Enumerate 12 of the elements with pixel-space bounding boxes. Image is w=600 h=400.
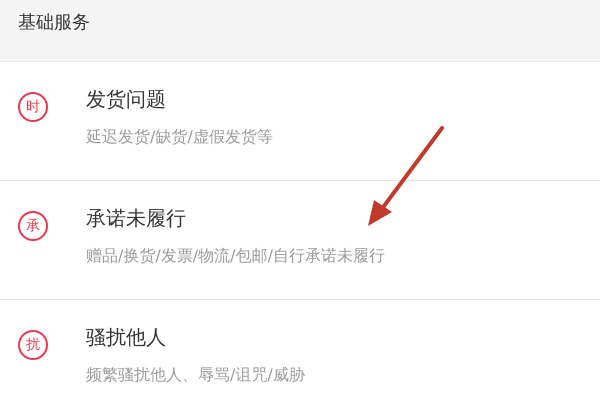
section-title: 基础服务 [18,12,90,33]
item-title: 承诺未履行 [86,205,187,232]
item-description: 频繁骚扰他人、辱骂/诅咒/威胁 [86,365,305,386]
category-icon: 承 [18,211,48,241]
category-icon: 扰 [18,330,48,360]
list-item[interactable]: 时 发货问题 延迟发货/缺货/虚假发货等 [0,62,600,181]
list-item[interactable]: 扰 骚扰他人 频繁骚扰他人、辱骂/诅咒/威胁 [0,300,600,400]
item-description: 赠品/换货/发票/物流/包邮/自行承诺未履行 [86,246,385,267]
category-icon: 时 [18,92,48,122]
item-description: 延迟发货/缺货/虚假发货等 [86,127,273,148]
item-title: 骚扰他人 [86,324,167,351]
item-title: 发货问题 [86,86,167,113]
